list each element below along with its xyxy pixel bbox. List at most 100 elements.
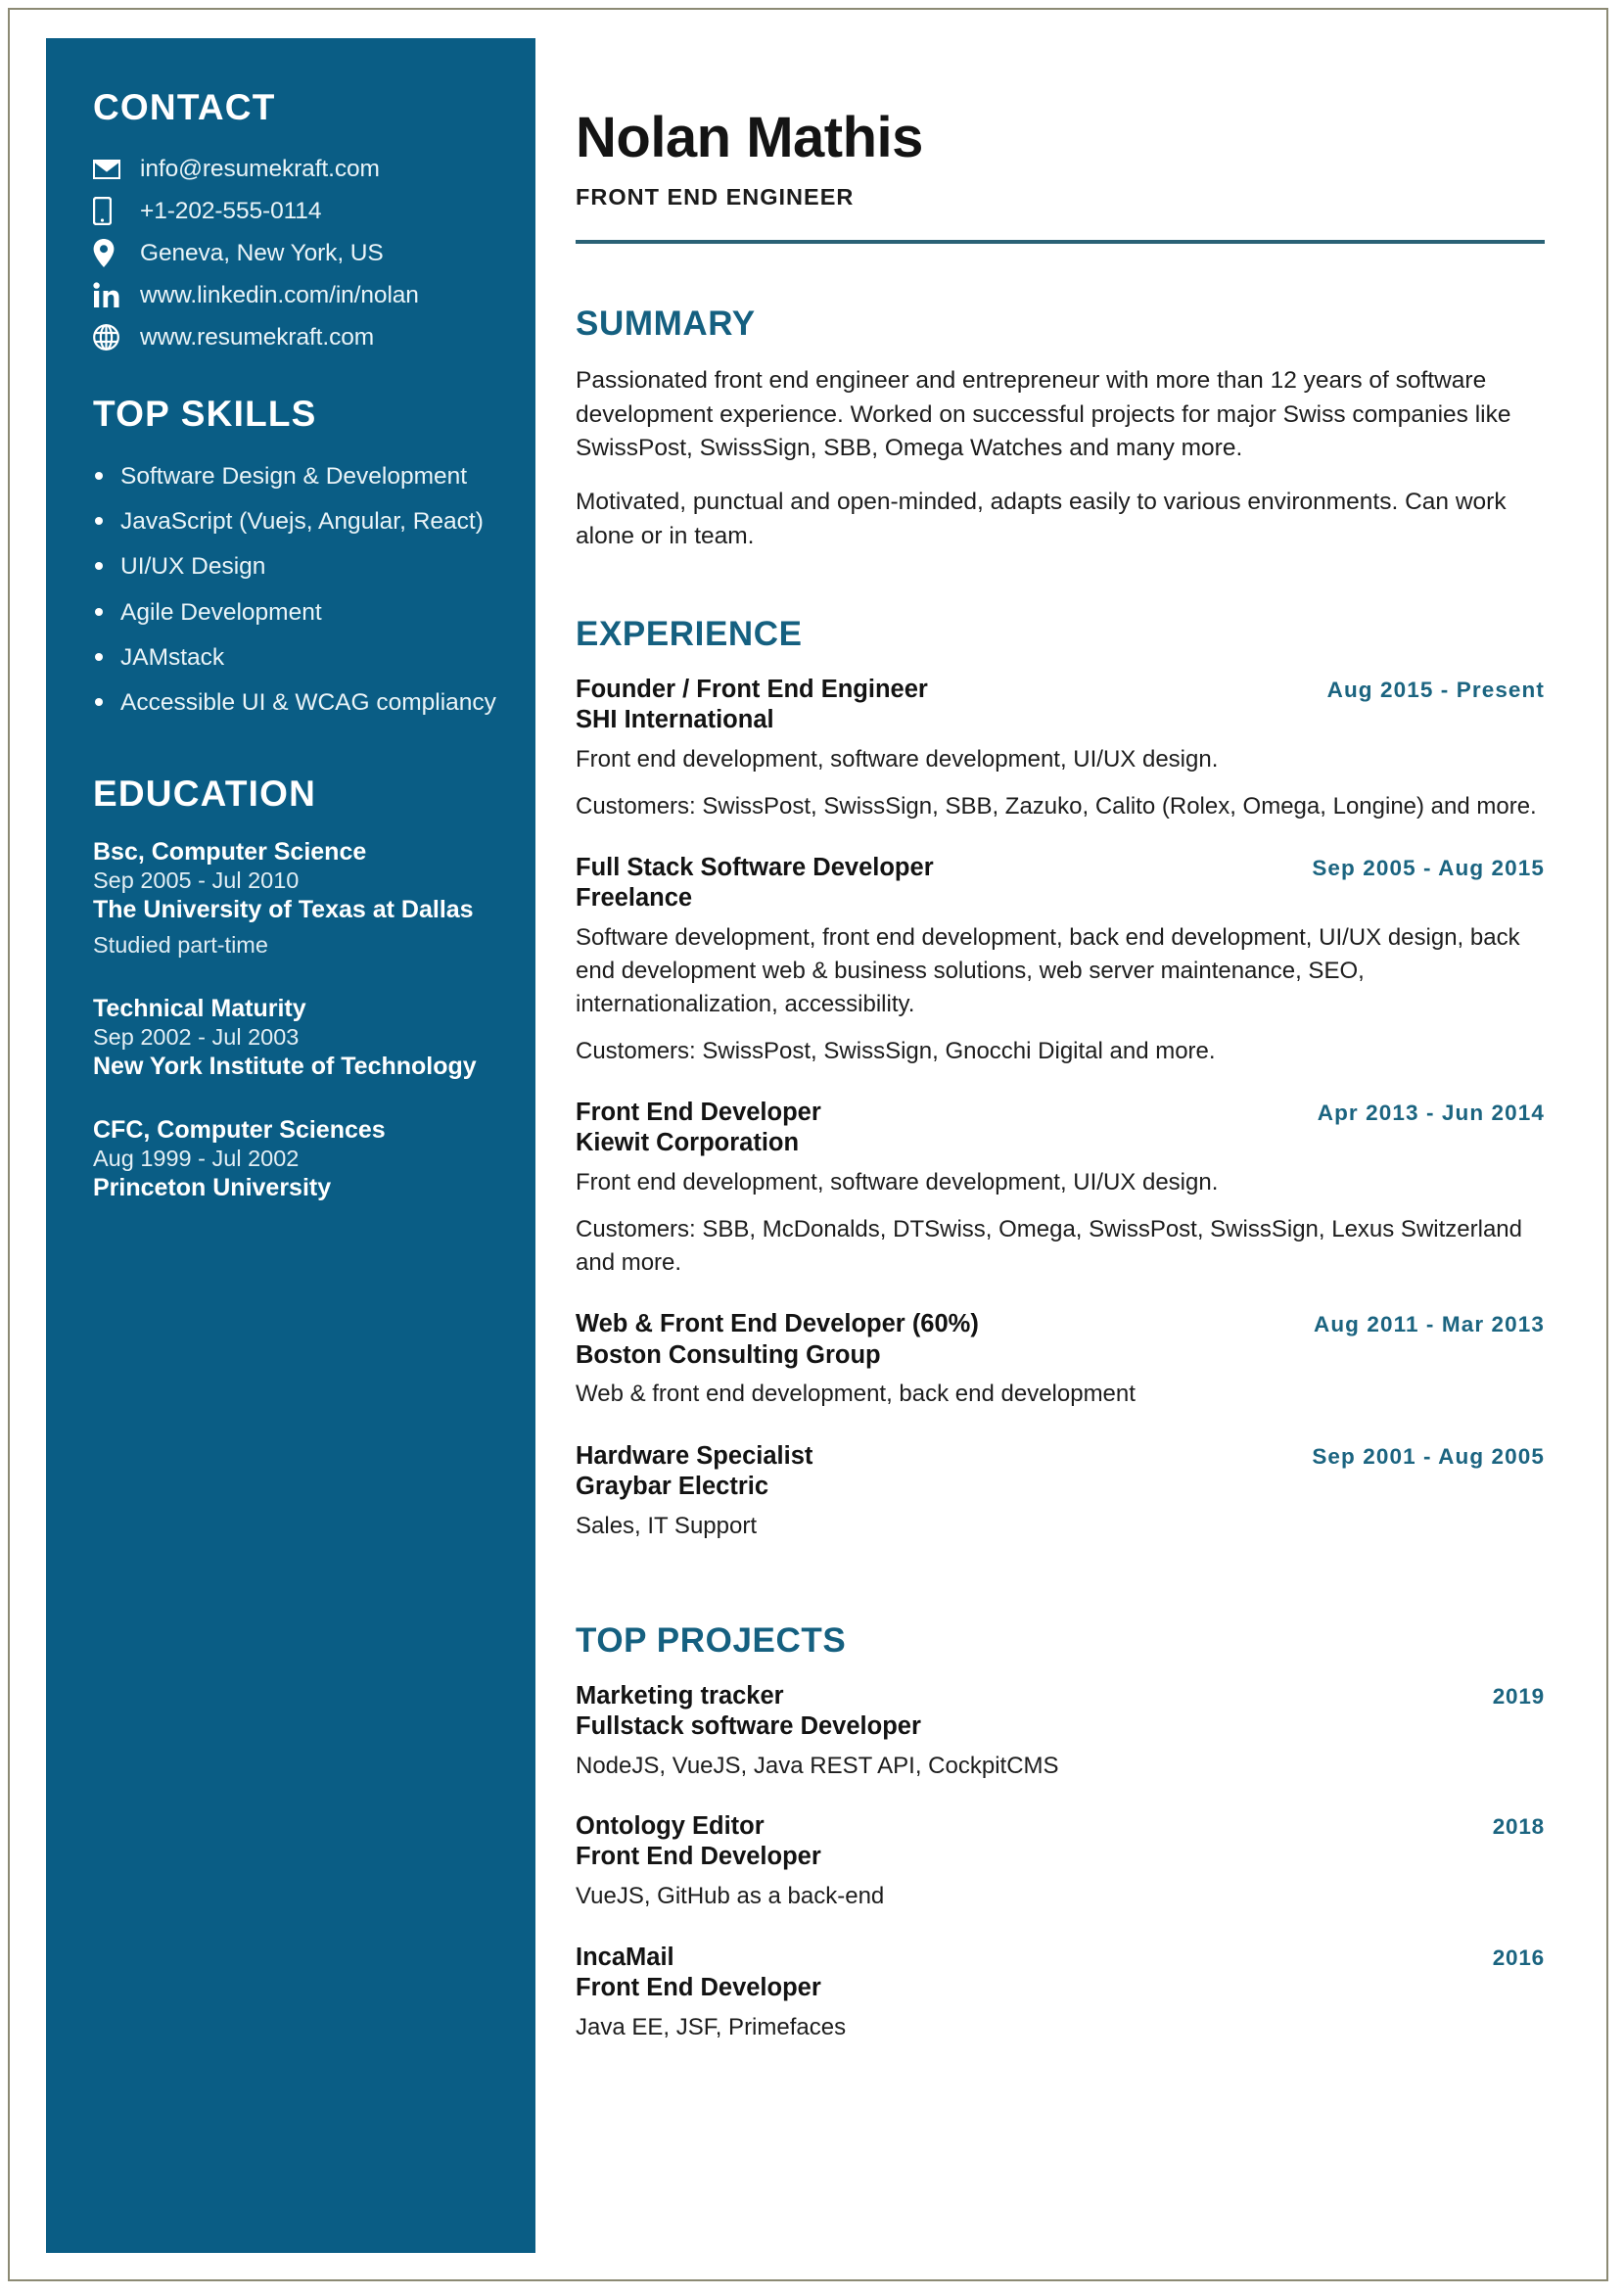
skill-item: Accessible UI & WCAG compliancy bbox=[93, 687, 502, 718]
contact-linkedin-value: www.linkedin.com/in/nolan bbox=[140, 282, 419, 309]
experience-dates: Sep 2001 - Aug 2005 bbox=[1312, 1443, 1545, 1469]
sidebar: CONTACT info@resumekraft.com +1-202-555-… bbox=[46, 38, 535, 2253]
linkedin-icon bbox=[93, 282, 126, 308]
experience-organization: Kiewit Corporation bbox=[576, 1129, 800, 1157]
experience-heading: EXPERIENCE bbox=[576, 614, 803, 653]
experience-dates: Aug 2011 - Mar 2013 bbox=[1313, 1312, 1545, 1337]
education-entry: Bsc, Computer Science Sep 2005 - Jul 201… bbox=[93, 837, 502, 961]
project-year: 2016 bbox=[1492, 1945, 1545, 1970]
experience-entry-head: Full Stack Software Developer Sep 2005 -… bbox=[576, 853, 1545, 883]
resume-page-frame: CONTACT info@resumekraft.com +1-202-555-… bbox=[8, 8, 1608, 2281]
experience-entry-head: Founder / Front End Engineer Aug 2015 - … bbox=[576, 675, 1545, 705]
experience-dates: Sep 2005 - Aug 2015 bbox=[1312, 855, 1545, 880]
experience-entry: Hardware Specialist Sep 2001 - Aug 2005 … bbox=[576, 1441, 1545, 1543]
experience-description: Front end development, software developm… bbox=[576, 1169, 1219, 1196]
education-school: New York Institute of Technology bbox=[93, 1053, 477, 1081]
experience-description: Front end development, software developm… bbox=[576, 745, 1219, 773]
education-school: The University of Texas at Dallas bbox=[93, 895, 474, 923]
experience-entry-head: Web & Front End Developer (60%) Aug 2011… bbox=[576, 1309, 1545, 1339]
experience-role: Hardware Specialist bbox=[576, 1441, 813, 1470]
education-degree: CFC, Computer Sciences bbox=[93, 1115, 386, 1144]
envelope-icon bbox=[93, 159, 126, 179]
project-entry-head: Marketing tracker 2019 bbox=[576, 1681, 1545, 1711]
experience-organization: Freelance bbox=[576, 884, 693, 913]
experience-entry: Front End Developer Apr 2013 - Jun 2014 … bbox=[576, 1098, 1545, 1280]
project-entry: IncaMail 2016 Front End Developer Java E… bbox=[576, 1943, 1545, 2044]
project-entry: Ontology Editor 2018 Front End Developer… bbox=[576, 1811, 1545, 1913]
location-pin-icon bbox=[93, 239, 126, 268]
education-note: Studied part-time bbox=[93, 932, 268, 959]
skill-item: JavaScript (Vuejs, Angular, React) bbox=[93, 506, 502, 537]
experience-entry-head: Front End Developer Apr 2013 - Jun 2014 bbox=[576, 1098, 1545, 1128]
experience-role: Full Stack Software Developer bbox=[576, 853, 934, 881]
experience-description: Customers: SwissPost, SwissSign, SBB, Za… bbox=[576, 792, 1537, 820]
project-tech: NodeJS, VueJS, Java REST API, CockpitCMS bbox=[576, 1752, 1059, 1779]
experience-description: Customers: SwissPost, SwissSign, Gnocchi… bbox=[576, 1038, 1216, 1065]
project-role: Front End Developer bbox=[576, 1843, 821, 1871]
experience-description: Customers: SBB, McDonalds, DTSwiss, Omeg… bbox=[576, 1216, 1522, 1277]
contact-heading: CONTACT bbox=[93, 87, 276, 127]
education-dates: Sep 2002 - Jul 2003 bbox=[93, 1024, 300, 1051]
experience-organization: Boston Consulting Group bbox=[576, 1340, 881, 1369]
contact-phone-value: +1-202-555-0114 bbox=[140, 198, 322, 225]
skill-item: UI/UX Design bbox=[93, 551, 502, 582]
project-year: 2019 bbox=[1492, 1683, 1545, 1709]
contact-email-value: info@resumekraft.com bbox=[140, 156, 380, 183]
experience-description: Software development, front end developm… bbox=[576, 923, 1520, 1018]
education-dates: Sep 2005 - Jul 2010 bbox=[93, 867, 300, 894]
summary-paragraph: Motivated, punctual and open-minded, ada… bbox=[576, 489, 1507, 550]
summary-heading: SUMMARY bbox=[576, 304, 756, 343]
project-name: Ontology Editor bbox=[576, 1812, 765, 1841]
experience-role: Web & Front End Developer (60%) bbox=[576, 1310, 979, 1338]
project-year: 2018 bbox=[1492, 1814, 1545, 1840]
experience-organization: SHI International bbox=[576, 705, 774, 733]
main-column: Nolan Mathis FRONT END ENGINEER SUMMARY … bbox=[576, 38, 1545, 2073]
project-role: Fullstack software Developer bbox=[576, 1711, 921, 1740]
skills-list: Software Design & Development JavaScript… bbox=[93, 461, 502, 719]
contact-item-linkedin: www.linkedin.com/in/nolan bbox=[93, 281, 502, 310]
education-degree: Technical Maturity bbox=[93, 994, 306, 1022]
project-entry: Marketing tracker 2019 Fullstack softwar… bbox=[576, 1681, 1545, 1783]
project-tech: VueJS, GitHub as a back-end bbox=[576, 1883, 885, 1910]
project-role: Front End Developer bbox=[576, 1973, 821, 2001]
experience-dates: Apr 2013 - Jun 2014 bbox=[1317, 1101, 1545, 1126]
experience-dates: Aug 2015 - Present bbox=[1326, 677, 1545, 702]
summary-paragraph: Passionated front end engineer and entre… bbox=[576, 366, 1511, 462]
contact-item-location: Geneva, New York, US bbox=[93, 239, 502, 268]
project-name: IncaMail bbox=[576, 1943, 674, 1971]
header-divider bbox=[576, 239, 1545, 244]
skill-item: JAMstack bbox=[93, 642, 502, 673]
globe-icon bbox=[93, 324, 126, 351]
education-school: Princeton University bbox=[93, 1173, 332, 1201]
experience-description: Sales, IT Support bbox=[576, 1512, 757, 1539]
experience-entry: Founder / Front End Engineer Aug 2015 - … bbox=[576, 675, 1545, 823]
skills-heading: TOP SKILLS bbox=[93, 393, 317, 434]
education-dates: Aug 1999 - Jul 2002 bbox=[93, 1146, 300, 1172]
contact-list: info@resumekraft.com +1-202-555-0114 Gen… bbox=[93, 155, 502, 352]
resume-sheet: CONTACT info@resumekraft.com +1-202-555-… bbox=[10, 10, 1610, 2283]
education-heading: EDUCATION bbox=[93, 773, 316, 814]
skill-item: Agile Development bbox=[93, 597, 502, 628]
experience-description: Web & front end development, back end de… bbox=[576, 1381, 1136, 1408]
experience-entry: Full Stack Software Developer Sep 2005 -… bbox=[576, 853, 1545, 1068]
education-entry: Technical Maturity Sep 2002 - Jul 2003 N… bbox=[93, 994, 502, 1082]
project-entry-head: Ontology Editor 2018 bbox=[576, 1811, 1545, 1842]
contact-item-phone: +1-202-555-0114 bbox=[93, 197, 502, 226]
experience-organization: Graybar Electric bbox=[576, 1472, 769, 1500]
page-title: Nolan Mathis bbox=[576, 106, 923, 169]
education-degree: Bsc, Computer Science bbox=[93, 837, 367, 866]
project-name: Marketing tracker bbox=[576, 1681, 784, 1710]
experience-role: Front End Developer bbox=[576, 1099, 821, 1127]
experience-role: Founder / Front End Engineer bbox=[576, 675, 928, 703]
project-tech: Java EE, JSF, Primefaces bbox=[576, 2013, 847, 2040]
experience-entry: Web & Front End Developer (60%) Aug 2011… bbox=[576, 1309, 1545, 1411]
projects-heading: TOP PROJECTS bbox=[576, 1620, 847, 1660]
sidebar-content: CONTACT info@resumekraft.com +1-202-555-… bbox=[46, 38, 535, 1202]
phone-icon bbox=[93, 197, 126, 226]
project-entry-head: IncaMail 2016 bbox=[576, 1943, 1545, 1973]
contact-website-value: www.resumekraft.com bbox=[140, 324, 375, 351]
contact-item-email: info@resumekraft.com bbox=[93, 155, 502, 184]
experience-entry-head: Hardware Specialist Sep 2001 - Aug 2005 bbox=[576, 1441, 1545, 1472]
contact-location-value: Geneva, New York, US bbox=[140, 240, 384, 267]
job-title: FRONT END ENGINEER bbox=[576, 183, 855, 210]
